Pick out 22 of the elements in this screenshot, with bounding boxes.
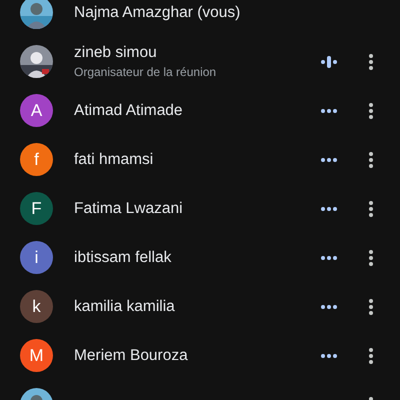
avatar: k [20, 290, 53, 323]
more-vert-icon [369, 152, 373, 168]
more-vert-icon [369, 200, 373, 216]
avatar: i [20, 241, 53, 274]
avatar: F [20, 192, 53, 225]
more-vert-icon [369, 250, 373, 266]
participant-name: Meriem Bouroza [74, 346, 189, 364]
participant-name: zineb simou [74, 44, 158, 62]
more-vert-icon [369, 54, 373, 70]
avatar: A [20, 94, 53, 127]
participant-name: kamilia kamilia [74, 298, 176, 316]
more-vert-icon [369, 102, 373, 118]
participant-name: Najma Amazghar (vous) [74, 4, 242, 22]
avatar: f [20, 143, 53, 176]
participant-name: fati hmamsi [74, 150, 154, 168]
avatar: M [20, 339, 53, 372]
participant-name: Fatima Lwazani [74, 200, 184, 218]
more-vert-icon [369, 298, 373, 314]
participant-role: Organisateur de la réunion [74, 65, 218, 79]
more-vert-icon [369, 348, 373, 364]
participant-name: Atimad Atimade [74, 102, 184, 120]
participant-name: ibtissam fellak [74, 248, 172, 266]
